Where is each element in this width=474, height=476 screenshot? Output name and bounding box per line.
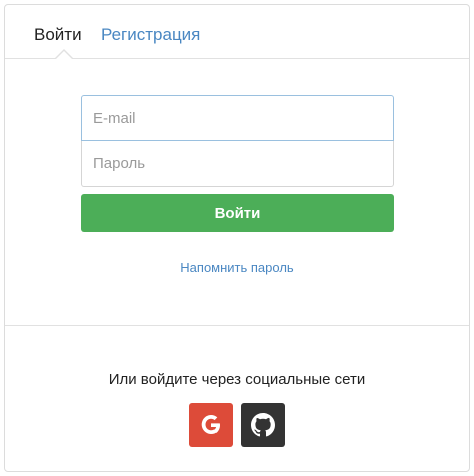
login-submit-button[interactable]: Войти <box>81 194 394 232</box>
email-field[interactable] <box>81 95 394 141</box>
github-login-button[interactable] <box>241 403 285 447</box>
tab-register[interactable]: Регистрация <box>101 25 200 45</box>
social-login-prompt: Или войдите через социальные сети <box>108 371 366 388</box>
google-icon <box>201 415 220 434</box>
remind-password-link[interactable]: Напомнить пароль <box>5 260 469 275</box>
password-field[interactable] <box>81 141 394 187</box>
github-icon <box>251 413 275 437</box>
section-divider <box>5 325 469 326</box>
tab-login[interactable]: Войти <box>34 25 82 45</box>
auth-tabs: Войти Регистрация <box>5 5 469 60</box>
login-card: Войти Регистрация Войти Напомнить пароль… <box>4 4 470 472</box>
active-tab-caret-fill <box>55 51 73 60</box>
google-login-button[interactable] <box>189 403 233 447</box>
